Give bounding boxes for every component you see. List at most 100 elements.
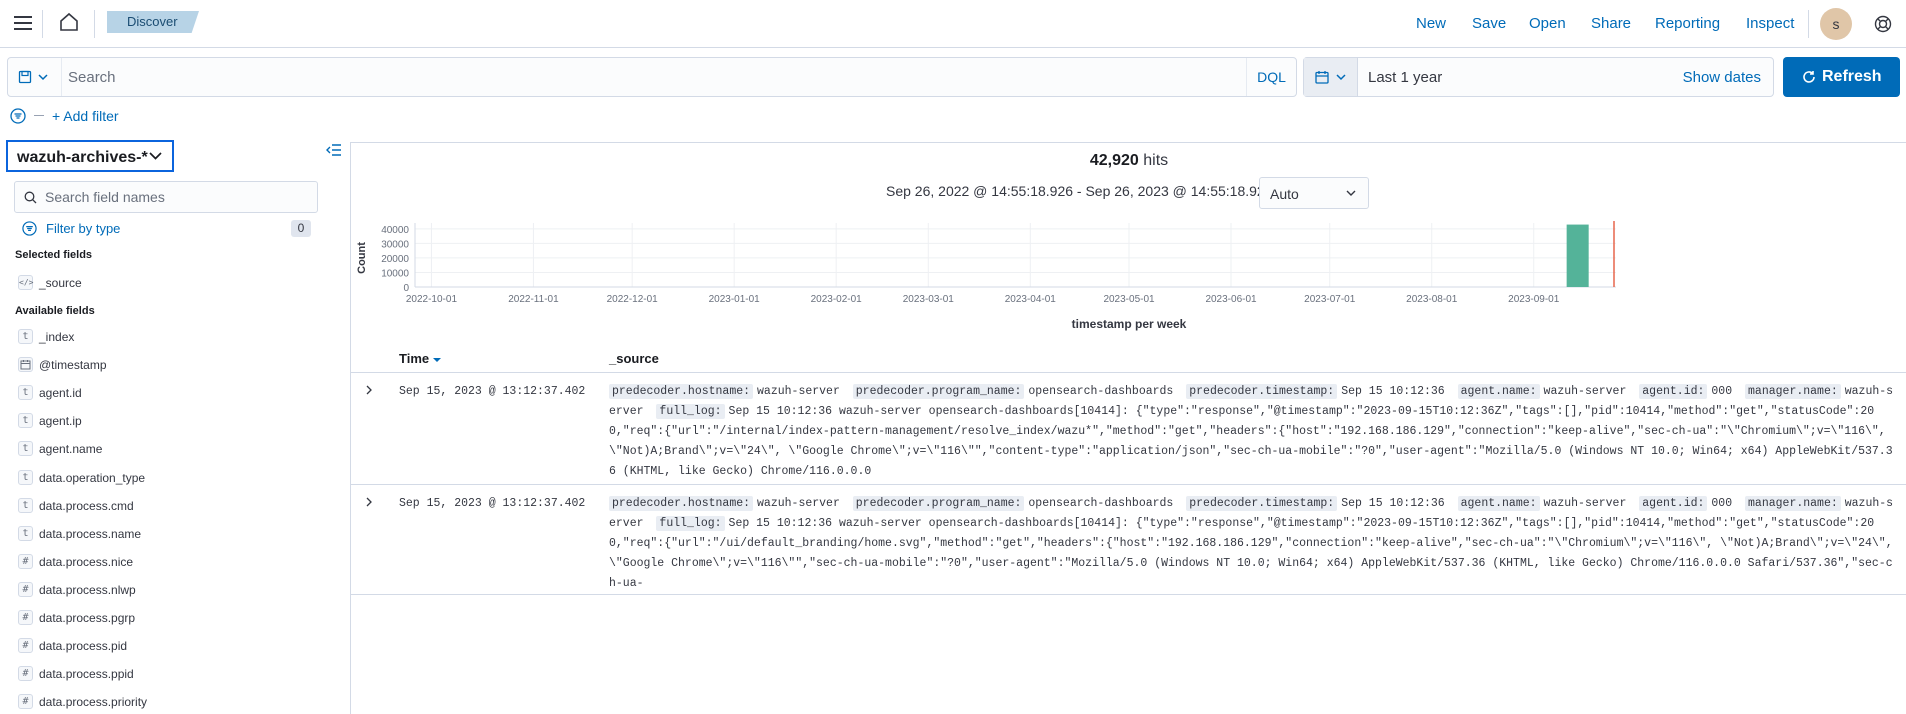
y-tick-label: 10000 — [381, 268, 409, 279]
sort-down-icon[interactable] — [432, 357, 441, 363]
new-link[interactable]: New — [1416, 15, 1446, 32]
filter-by-type-button[interactable]: Filter by type — [46, 221, 120, 236]
menu-icon[interactable] — [14, 16, 32, 30]
index-pattern-selector[interactable]: wazuh-archives-* — [6, 140, 174, 172]
source-field-value: Sep 15 10:12:36 — [1341, 385, 1445, 398]
open-link[interactable]: Open — [1529, 15, 1566, 32]
field-name: data.process.pgrp — [39, 611, 136, 625]
x-tick-label: 2023-03-01 — [903, 294, 955, 305]
expand-row-icon[interactable] — [365, 497, 373, 507]
number-type-icon: # — [18, 666, 33, 682]
string-type-icon: t — [18, 497, 33, 513]
hits-count: 42,920 hits — [351, 152, 1906, 170]
calendar-icon — [1315, 71, 1329, 84]
source-field-value: 000 — [1711, 497, 1733, 510]
home-icon[interactable] — [58, 11, 80, 33]
field-name: data.process.priority — [39, 695, 148, 710]
string-type-icon: t — [18, 385, 33, 401]
hits-label: hits — [1143, 152, 1169, 169]
timestamp-range: Sep 26, 2022 @ 14:55:18.926 - Sep 26, 20… — [886, 183, 1273, 199]
source-field-value: Sep 15 10:12:36 — [1341, 497, 1445, 510]
chevron-down-icon — [149, 152, 162, 160]
filter-row — [10, 108, 44, 128]
field-search-input[interactable] — [45, 182, 315, 212]
column-source[interactable]: _source — [609, 351, 659, 366]
source-field-value: wazuh-server — [757, 497, 840, 510]
string-type-icon: t — [18, 329, 33, 344]
y-tick-label: 0 — [403, 283, 409, 294]
number-type-icon: # — [18, 581, 33, 597]
column-time[interactable]: Time — [399, 351, 441, 366]
x-tick-label: 2023-01-01 — [709, 294, 761, 305]
field-name: @timestamp — [39, 358, 107, 373]
share-link[interactable]: Share — [1591, 15, 1631, 32]
top-header: Discover New Save Open Share Reporting I… — [0, 0, 1906, 48]
x-tick-label: 2023-07-01 — [1304, 294, 1356, 305]
x-tick-label: 2023-06-01 — [1205, 294, 1257, 305]
chevron-down-icon — [38, 74, 48, 81]
avatar[interactable]: s — [1820, 8, 1852, 40]
row-source: predecoder.hostname: wazuh-server predeco… — [609, 494, 1899, 594]
saved-queries-button[interactable] — [8, 58, 62, 96]
field-name: data.process.cmd — [39, 498, 134, 513]
collapse-sidebar-icon[interactable] — [326, 143, 342, 157]
source-field-key: predecoder.program_name: — [852, 496, 1025, 511]
source-field-key: agent.id: — [1639, 384, 1708, 399]
results-panel: 42,920 hits Sep 26, 2022 @ 14:55:18.926 … — [350, 142, 1906, 714]
x-tick-label: 2022-10-01 — [406, 294, 458, 305]
row-time: Sep 15, 2023 @ 13:12:37.402 — [399, 497, 586, 510]
filter-icon — [22, 221, 37, 236]
reporting-link[interactable]: Reporting — [1655, 15, 1720, 32]
source-field-value: opensearch-dashboards — [1028, 385, 1174, 398]
x-tick-label: 2022-12-01 — [607, 294, 659, 305]
source-field-key: manager.name: — [1745, 384, 1841, 399]
date-range-label[interactable]: Last 1 year — [1368, 69, 1442, 86]
source-field-key: agent.name: — [1457, 384, 1540, 399]
source-field-value: 000 — [1711, 385, 1733, 398]
search-input[interactable] — [68, 58, 1248, 96]
inspect-link[interactable]: Inspect — [1746, 15, 1794, 32]
source-field-key: predecoder.timestamp: — [1186, 384, 1338, 399]
search-icon — [24, 191, 37, 204]
add-filter-link[interactable]: + Add filter — [52, 108, 119, 124]
divider — [34, 115, 44, 116]
x-tick-label: 2022-11-01 — [508, 294, 559, 305]
row-time: Sep 15, 2023 @ 13:12:37.402 — [399, 385, 586, 398]
interval-value: Auto — [1270, 186, 1299, 202]
number-type-icon: # — [18, 694, 33, 710]
expand-row-icon[interactable] — [365, 385, 373, 395]
field-name: _source — [39, 276, 82, 290]
refresh-button[interactable]: Refresh — [1783, 57, 1900, 97]
show-dates-link[interactable]: Show dates — [1683, 69, 1761, 86]
filter-count-badge: 0 — [291, 220, 311, 237]
number-type-icon: # — [18, 638, 33, 654]
string-type-icon: t — [18, 469, 33, 485]
field-name: data.process.pid — [39, 639, 128, 654]
x-tick-label: 2023-09-01 — [1508, 294, 1560, 305]
chevron-down-icon — [1336, 74, 1346, 81]
quick-select-button[interactable] — [1304, 58, 1358, 96]
interval-select[interactable]: Auto — [1259, 177, 1369, 209]
source-field-key: agent.name: — [1457, 496, 1540, 511]
field-name: agent.name — [39, 442, 103, 457]
divider — [94, 10, 95, 38]
hits-number: 42,920 — [1089, 152, 1139, 169]
help-icon[interactable] — [1874, 15, 1892, 33]
string-type-icon: t — [18, 413, 33, 429]
query-language-button[interactable]: DQL — [1246, 58, 1296, 96]
source-field-key: predecoder.timestamp: — [1186, 496, 1338, 511]
source-field-value: Sep 15 10:12:36 wazuh-server opensearch-… — [609, 405, 1893, 478]
field-name: _index — [39, 330, 75, 344]
source-field-key: predecoder.hostname: — [609, 384, 754, 399]
selected-fields-heading: Selected fields — [15, 249, 93, 261]
source-field-key: agent.id: — [1639, 496, 1708, 511]
number-type-icon: # — [18, 610, 33, 625]
field-name: agent.ip — [39, 414, 82, 429]
filter-menu-icon[interactable] — [10, 108, 26, 124]
table-row: Sep 15, 2023 @ 13:12:37.402 predecoder.ho… — [351, 485, 1906, 595]
x-axis-label: timestamp per week — [1071, 317, 1187, 331]
calendar-icon — [18, 357, 33, 373]
breadcrumb-discover[interactable]: Discover — [107, 11, 199, 33]
source-field-value: opensearch-dashboards — [1028, 497, 1174, 510]
save-link[interactable]: Save — [1472, 15, 1506, 32]
